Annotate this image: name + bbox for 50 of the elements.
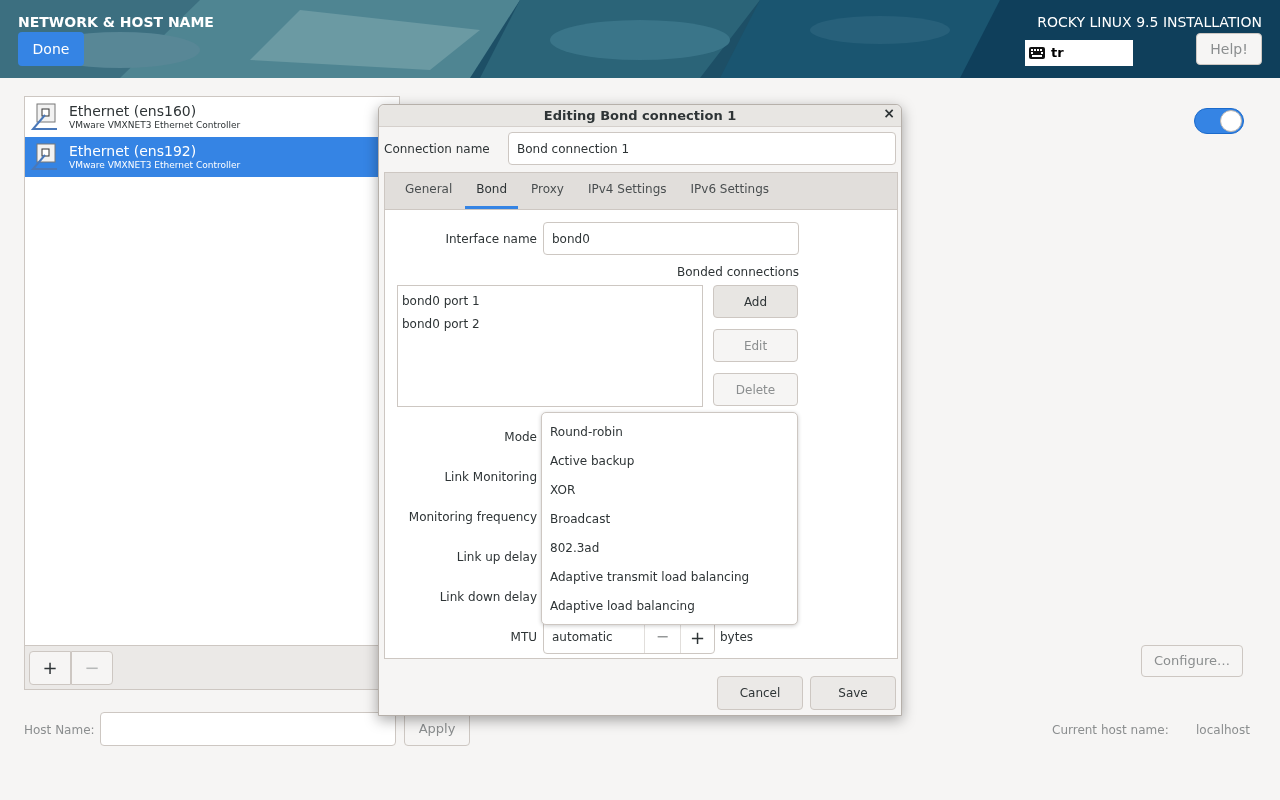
layout-code: tr — [1051, 44, 1064, 63]
tab[interactable]: General — [394, 172, 464, 209]
connection-name-field[interactable]: Bond connection 1 — [508, 132, 896, 165]
device-description: VMware VMXNET3 Ethernet Controller — [69, 160, 241, 172]
tab[interactable]: Bond — [465, 172, 519, 209]
page-title: NETWORK & HOST NAME — [18, 13, 214, 32]
device-name: Ethernet (ens192) — [69, 142, 198, 161]
tab[interactable]: Proxy — [520, 172, 575, 209]
current-host-name-label: Current host name: — [1052, 722, 1169, 739]
host-name-label: Host Name: — [24, 722, 95, 739]
save-button[interactable]: Save — [810, 676, 896, 710]
close-button[interactable]: × — [883, 106, 895, 120]
bonded-connection-item[interactable]: bond0 port 1 — [398, 289, 702, 312]
mode-option[interactable]: 802.3ad — [542, 533, 797, 562]
current-host-name: localhost — [1196, 722, 1250, 739]
device-description: VMware VMXNET3 Ethernet Controller — [69, 120, 241, 132]
interface-name-label: Interface name — [444, 230, 538, 248]
bonded-connection-item[interactable]: bond0 port 2 — [398, 312, 702, 335]
field-label: Mode — [503, 429, 538, 446]
device-name: Ethernet (ens160) — [69, 102, 198, 121]
mode-option[interactable]: XOR — [542, 475, 797, 504]
field-label: MTU — [509, 629, 538, 646]
add-device-button[interactable]: + — [29, 650, 71, 685]
tab[interactable]: IPv6 Settings — [679, 172, 781, 209]
dialog-title: Editing Bond connection 1 — [543, 106, 737, 125]
mode-option[interactable]: Active backup — [542, 446, 797, 475]
keyboard-icon — [1029, 47, 1045, 59]
connection-name-label: Connection name — [384, 140, 490, 158]
mode-option[interactable]: Adaptive load balancing — [542, 591, 797, 620]
product-title: ROCKY LINUX 9.5 INSTALLATION — [1037, 13, 1262, 32]
device-toggle[interactable] — [1194, 108, 1244, 134]
device-item[interactable]: Ethernet (ens192) VMware VMXNET3 Ethernet Controller — [25, 137, 378, 177]
add-button[interactable]: Add — [713, 285, 798, 318]
field-label: Link up delay — [455, 549, 538, 566]
field-label: Monitoring frequency — [407, 509, 538, 526]
done-button[interactable]: Done — [18, 32, 84, 66]
mode-option[interactable]: Adaptive transmit load balancing — [542, 562, 797, 591]
interface-name-field[interactable]: bond0 — [543, 222, 799, 255]
host-name-field[interactable] — [100, 712, 396, 746]
device-item[interactable]: Ethernet (ens160) VMware VMXNET3 Ethernet Controller — [25, 97, 378, 137]
mode-option[interactable]: Round-robin — [542, 417, 797, 446]
mtu-value: automatic — [551, 629, 614, 646]
bonded-connections-label: Bonded connections — [677, 265, 799, 279]
keyboard-layout-field[interactable]: tr — [1025, 40, 1133, 66]
field-label: Link down delay — [438, 589, 538, 606]
mode-option[interactable]: Broadcast — [542, 504, 797, 533]
tab[interactable]: IPv4 Settings — [576, 172, 678, 209]
field-label: Link Monitoring — [443, 469, 538, 486]
mtu-unit: bytes — [720, 629, 754, 646]
cancel-button[interactable]: Cancel — [717, 676, 803, 710]
